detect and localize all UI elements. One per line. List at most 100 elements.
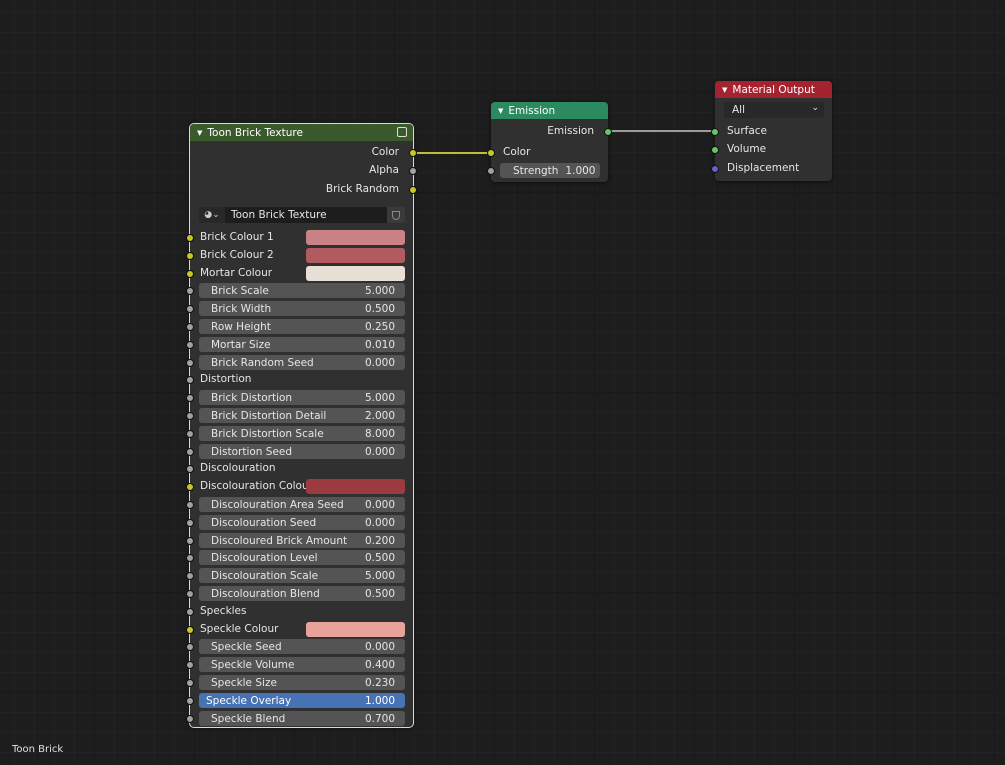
emission-output-socket[interactable] (604, 128, 612, 136)
node-group-selector[interactable]: ◕⌄ Toon Brick Texture (199, 207, 405, 223)
input-label: Speckle Volume (211, 658, 295, 671)
node-group-browse-button[interactable]: ◕⌄ (199, 207, 225, 223)
input-socket[interactable] (186, 501, 194, 509)
color-swatch[interactable] (306, 622, 405, 637)
input-socket[interactable] (186, 590, 194, 598)
input-socket[interactable] (186, 376, 194, 384)
output-color-socket[interactable] (409, 149, 417, 157)
input-socket[interactable] (186, 519, 194, 527)
input-socket[interactable] (186, 270, 194, 278)
input-value-field[interactable]: Speckle Size 0.230 (199, 675, 405, 690)
input-socket[interactable] (186, 572, 194, 580)
input-socket[interactable] (186, 661, 194, 669)
node-tree-icon: ◕⌄ (204, 210, 220, 220)
group-input-row: Brick Distortion Scale 8.000 (186, 425, 413, 442)
group-input-row: Mortar Colour (186, 265, 413, 282)
input-value-field[interactable]: Distortion Seed 0.000 (199, 444, 405, 459)
node-group-icon[interactable] (397, 127, 407, 137)
input-socket[interactable] (186, 697, 194, 705)
collapse-triangle-icon[interactable]: ▼ (197, 129, 202, 137)
output-alpha-socket[interactable] (409, 167, 417, 175)
input-value-field[interactable]: Brick Random Seed 0.000 (199, 355, 405, 370)
volume-socket[interactable] (711, 146, 719, 154)
input-socket[interactable] (186, 252, 194, 260)
input-value-field[interactable]: Mortar Size 0.010 (199, 337, 405, 352)
emission-node-header[interactable]: ▼ Emission (491, 102, 608, 119)
input-socket[interactable] (186, 643, 194, 651)
input-socket[interactable] (186, 430, 194, 438)
input-socket[interactable] (186, 554, 194, 562)
input-value-field[interactable]: Discolouration Seed 0.000 (199, 515, 405, 530)
surface-socket[interactable] (711, 128, 719, 136)
group-input-row: Brick Colour 1 (186, 229, 413, 246)
input-value-field[interactable]: Discolouration Level 0.500 (199, 550, 405, 565)
emission-node[interactable]: ▼ Emission Emission Color Strength 1.000 (487, 102, 612, 182)
output-target-dropdown[interactable]: All ⌄ (724, 102, 824, 118)
input-value-field[interactable]: Discolouration Blend 0.500 (199, 586, 405, 601)
input-value-field[interactable]: Discoloured Brick Amount 0.200 (199, 533, 405, 548)
emission-output-label: Emission (547, 125, 594, 137)
input-value: 0.000 (364, 498, 395, 511)
group-input-row: Discolouration Scale 5.000 (186, 567, 413, 584)
group-input-row: Mortar Size 0.010 (186, 336, 413, 353)
input-socket[interactable] (186, 537, 194, 545)
input-socket[interactable] (186, 287, 194, 295)
input-value: 0.200 (364, 534, 395, 547)
input-socket[interactable] (186, 359, 194, 367)
group-input-row: Brick Distortion Detail 2.000 (186, 407, 413, 424)
input-value-field[interactable]: Brick Distortion 5.000 (199, 390, 405, 405)
collapse-triangle-icon[interactable]: ▼ (498, 107, 503, 115)
input-socket[interactable] (186, 626, 194, 634)
color-swatch[interactable] (306, 230, 405, 245)
input-value-field[interactable]: Speckle Blend 0.700 (199, 711, 405, 726)
group-input-row: Speckles (186, 603, 413, 620)
color-swatch[interactable] (306, 248, 405, 263)
input-socket[interactable] (186, 679, 194, 687)
input-value: 0.000 (364, 640, 395, 653)
displacement-socket[interactable] (711, 165, 719, 173)
material-output-header[interactable]: ▼ Material Output (715, 81, 832, 98)
input-socket[interactable] (186, 305, 194, 313)
emission-strength-socket[interactable] (487, 167, 495, 175)
color-swatch[interactable] (306, 266, 405, 281)
input-socket[interactable] (186, 234, 194, 242)
input-value-field[interactable]: Row Height 0.250 (199, 319, 405, 334)
node-group-name: Toon Brick Texture (231, 209, 327, 221)
volume-label: Volume (727, 143, 767, 155)
input-value-field[interactable]: Brick Distortion Detail 2.000 (199, 408, 405, 423)
color-swatch[interactable] (306, 479, 405, 494)
input-socket[interactable] (186, 715, 194, 723)
input-socket[interactable] (186, 483, 194, 491)
input-socket[interactable] (186, 412, 194, 420)
input-socket[interactable] (186, 608, 194, 616)
input-label: Distortion Seed (211, 445, 293, 458)
node-group-name-field[interactable]: Toon Brick Texture (225, 207, 387, 223)
input-value-field[interactable]: Brick Width 0.500 (199, 301, 405, 316)
group-input-row: Discolouration Blend 0.500 (186, 585, 413, 602)
input-value-field[interactable]: Speckle Seed 0.000 (199, 639, 405, 654)
input-value-field[interactable]: Speckle Volume 0.400 (199, 657, 405, 672)
input-socket[interactable] (186, 341, 194, 349)
input-label: Speckle Blend (211, 712, 286, 725)
collapse-triangle-icon[interactable]: ▼ (722, 86, 727, 94)
material-output-node[interactable]: ▼ Material Output All ⌄ Surface Volume D… (711, 81, 832, 181)
input-value-field[interactable]: Brick Distortion Scale 8.000 (199, 426, 405, 441)
emission-color-socket[interactable] (487, 149, 495, 157)
input-value-field[interactable]: Speckle Overlay 1.000 (199, 693, 405, 708)
toon-brick-texture-node[interactable]: ▼ Toon Brick Texture Color Alpha Brick R… (186, 123, 417, 728)
input-value-field[interactable]: Discolouration Area Seed 0.000 (199, 497, 405, 512)
group-node-header[interactable]: ▼ Toon Brick Texture (190, 124, 413, 141)
input-label: Distortion (200, 373, 252, 385)
input-value: 5.000 (364, 284, 395, 297)
output-brick-random-socket[interactable] (409, 186, 417, 194)
input-socket[interactable] (186, 394, 194, 402)
input-socket[interactable] (186, 465, 194, 473)
fake-user-button[interactable] (387, 207, 405, 223)
input-socket[interactable] (186, 323, 194, 331)
input-label: Mortar Size (211, 338, 271, 351)
input-socket[interactable] (186, 448, 194, 456)
input-value-field[interactable]: Discolouration Scale 5.000 (199, 568, 405, 583)
emission-strength-field[interactable]: Strength 1.000 (500, 163, 600, 178)
input-value: 1.000 (364, 694, 395, 707)
input-value-field[interactable]: Brick Scale 5.000 (199, 283, 405, 298)
